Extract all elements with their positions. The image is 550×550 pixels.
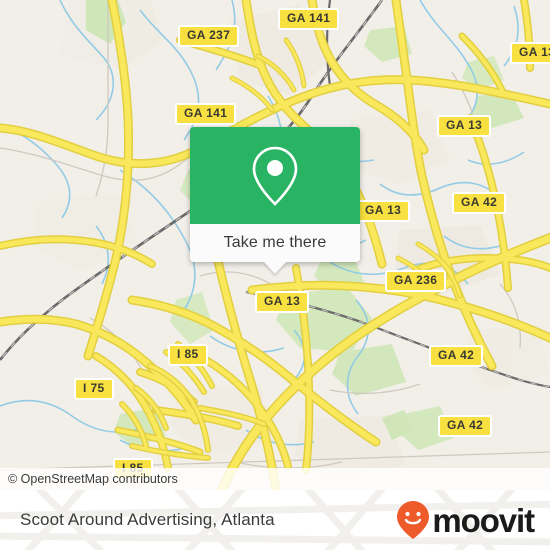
footer-bar: Scoot Around Advertising, Atlanta moovit [0,490,550,550]
road-shield: GA 13 [437,115,492,137]
road-shield: GA 42 [429,345,484,367]
road-shield: GA 42 [438,415,493,437]
road-shield: GA 13 [510,42,550,64]
moovit-pin-logo-icon [397,501,430,539]
road-shield: I 75 [74,378,114,400]
take-me-there-button[interactable]: Take me there [190,224,360,262]
moovit-wordmark: moovit [432,501,535,539]
moovit-brand[interactable]: moovit [396,490,535,550]
road-shield: GA 141 [278,8,340,30]
road-shield: GA 141 [175,103,237,125]
road-shield: GA 237 [178,25,240,47]
place-title: Scoot Around Advertising, Atlanta [20,510,275,529]
map-canvas[interactable]: GA 141 GA 237 GA 13 GA 141 GA 13 GA 13 G… [0,0,550,490]
callout-pointer-tip [264,262,286,274]
road-shield: GA 42 [452,192,507,214]
road-shield: GA 13 [356,200,411,222]
location-pin-icon [252,146,298,206]
place-callout-card[interactable]: Take me there [190,127,360,274]
moovit-map-page: GA 141 GA 237 GA 13 GA 141 GA 13 GA 13 G… [0,0,550,550]
road-shield: GA 13 [255,291,310,313]
osm-attribution[interactable]: © OpenStreetMap contributors [0,468,550,490]
road-shield: I 85 [168,344,208,366]
take-me-there-label: Take me there [223,234,327,251]
callout-icon-area [190,127,360,224]
road-shield: GA 236 [385,270,447,292]
